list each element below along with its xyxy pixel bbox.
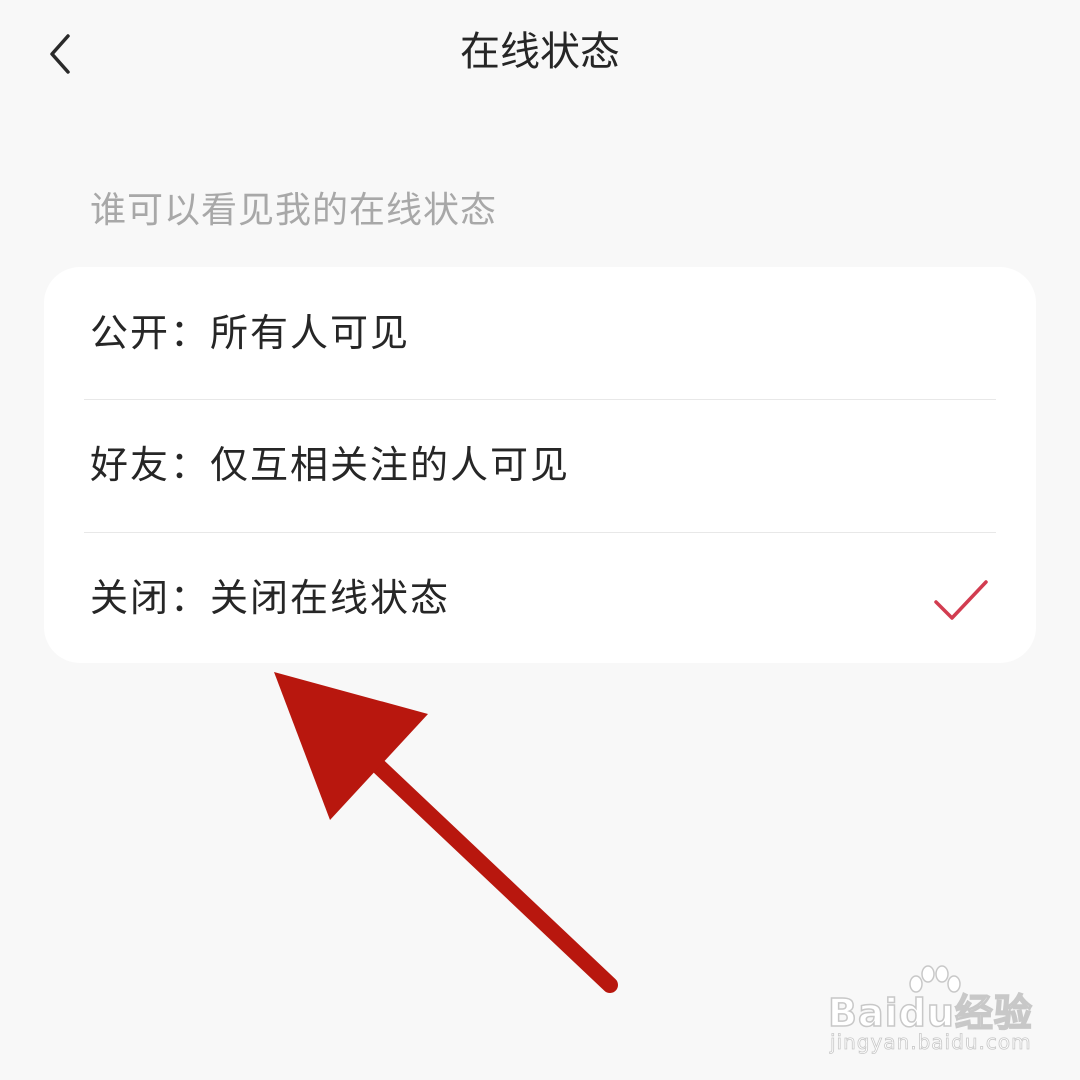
- page-title: 在线状态: [460, 29, 620, 75]
- checkmark-icon: [934, 580, 988, 620]
- option-friends[interactable]: 好友：仅互相关注的人可见: [44, 399, 1036, 531]
- option-label: 公开：所有人可见: [90, 311, 411, 355]
- section-label: 谁可以看见我的在线状态: [90, 190, 498, 231]
- option-label: 好友：仅互相关注的人可见: [90, 443, 571, 487]
- option-off[interactable]: 关闭：关闭在线状态: [44, 532, 1036, 664]
- watermark: Baidu经验 jingyan.baidu.com: [827, 962, 1068, 1062]
- top-bar: 在线状态: [0, 0, 1080, 110]
- option-label: 关闭：关闭在线状态: [90, 576, 451, 620]
- watermark-brand: Baidu经验: [827, 990, 1033, 1036]
- visibility-options-card: 公开：所有人可见 好友：仅互相关注的人可见 关闭：关闭在线状态: [44, 267, 1036, 663]
- watermark-url: jingyan.baidu.com: [830, 1030, 1032, 1055]
- option-public[interactable]: 公开：所有人可见: [44, 267, 1036, 399]
